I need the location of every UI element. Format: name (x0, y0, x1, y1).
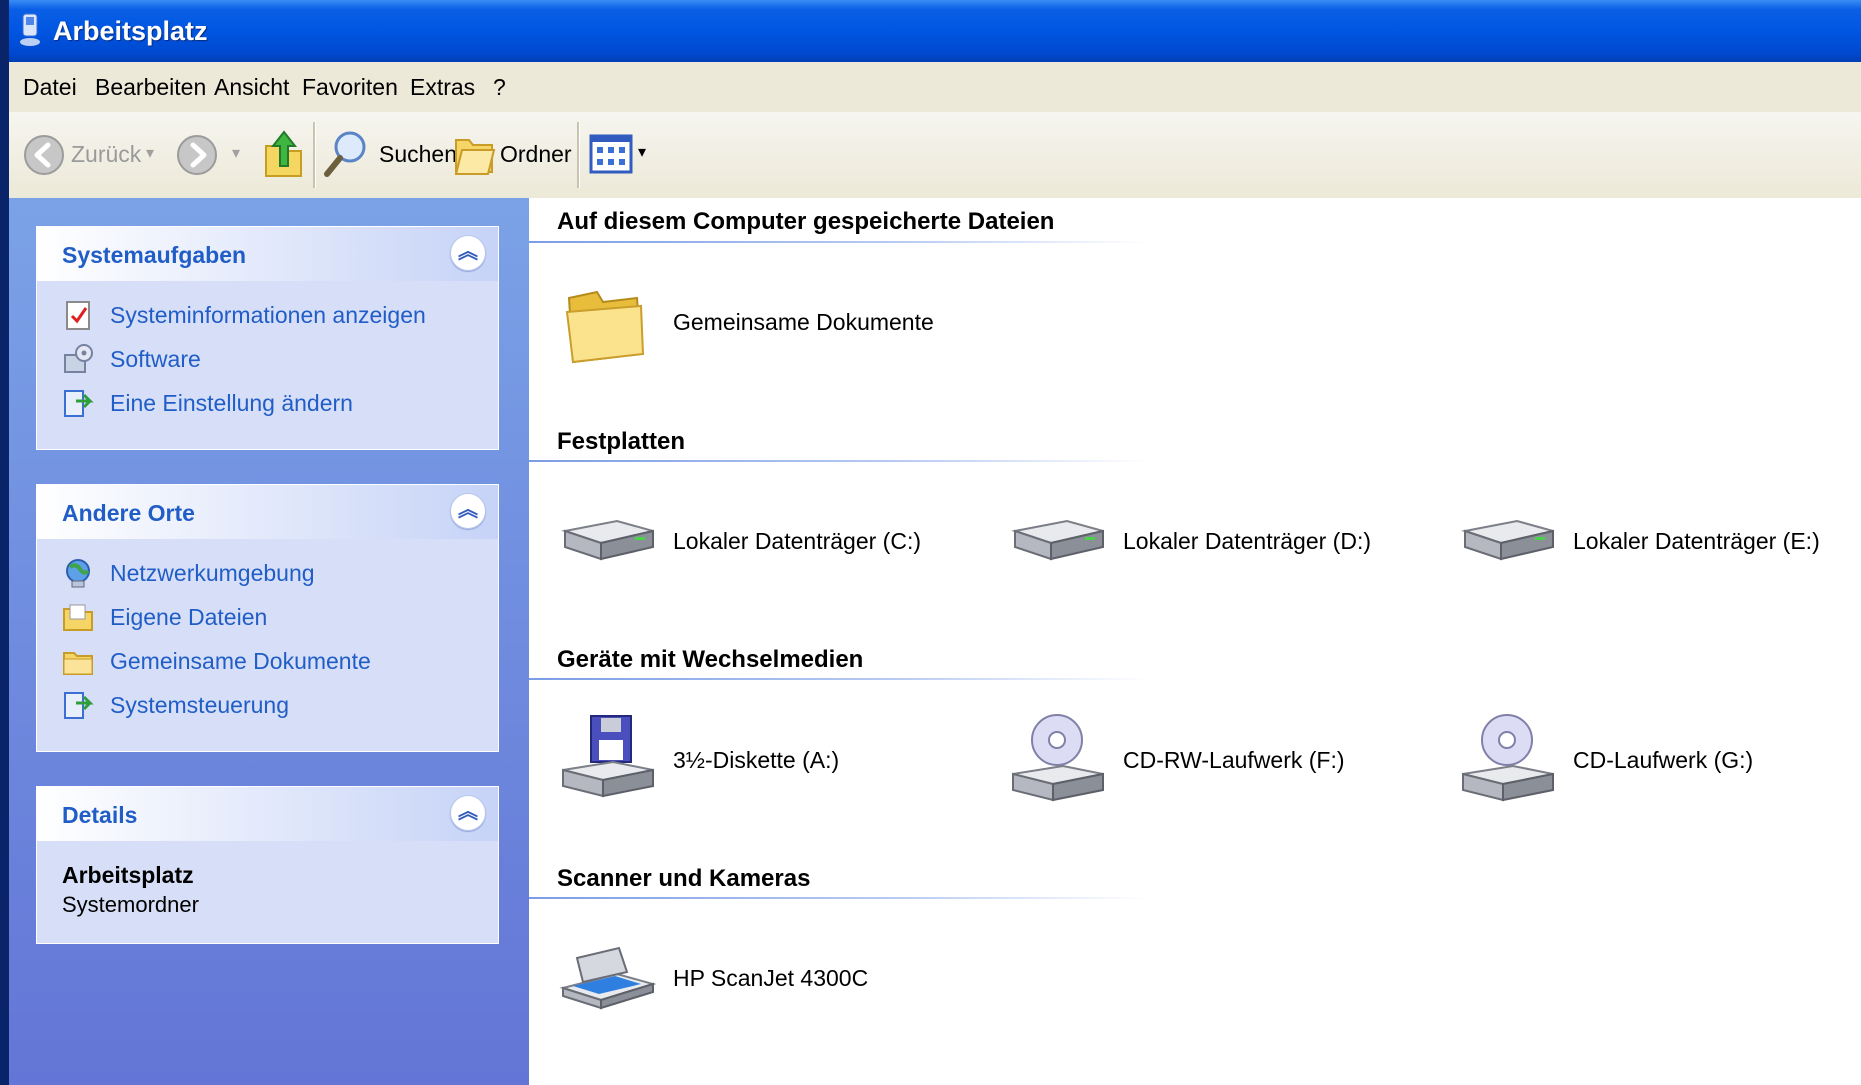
collapse-icon[interactable]: ︽ (450, 493, 486, 529)
item-label: Lokaler Datenträger (E:) (1573, 528, 1820, 554)
item-drive-d[interactable]: Lokaler Datenträger (D:) (1007, 491, 1447, 591)
details-name: Arbeitsplatz (62, 862, 194, 888)
search-label: Suchen (379, 141, 458, 167)
item-label: CD-RW-Laufwerk (F:) (1123, 747, 1345, 773)
task-label: Netzwerkumgebung (110, 560, 315, 586)
control-panel-icon (64, 692, 94, 719)
item-label: HP ScanJet 4300C (673, 965, 869, 991)
forward-arrow-icon (177, 135, 217, 175)
settings-icon (64, 390, 94, 417)
group-divider (529, 460, 1149, 462)
task-label: Eigene Dateien (110, 604, 268, 630)
software-icon (64, 344, 93, 373)
back-arrow-icon (24, 135, 64, 175)
file-view: Auf diesem Computer gespeicherte Dateien… (529, 198, 1861, 1085)
scanner-icon (559, 946, 657, 1010)
hard-drive-icon (1461, 519, 1554, 561)
my-computer-icon (20, 13, 40, 46)
item-cdrw-f[interactable]: CD-RW-Laufwerk (F:) (1007, 710, 1447, 810)
task-label: Systeminformationen anzeigen (110, 302, 426, 328)
folder-icon (63, 652, 93, 675)
views-icon (589, 134, 633, 174)
folders-button[interactable]: Ordner (454, 128, 574, 182)
group-title: Festplatten (557, 428, 686, 455)
other-places-panel: Andere Orte ︽ Netzwerkumgebung Eigene Da… (36, 484, 499, 752)
hard-drive-icon (561, 519, 654, 561)
task-label: Gemeinsame Dokumente (110, 648, 371, 674)
cd-drive-icon (1462, 714, 1554, 802)
search-button[interactable]: Suchen (323, 128, 457, 182)
menu-bearbeiten[interactable]: Bearbeiten (95, 74, 206, 101)
folders-icon (454, 139, 496, 175)
menu-help[interactable]: ? (493, 74, 506, 101)
up-folder-icon[interactable] (263, 128, 305, 180)
title-bar[interactable]: Arbeitsplatz (9, 0, 1861, 62)
other-places-title: Andere Orte (62, 500, 195, 526)
item-cd-g[interactable]: CD-Laufwerk (G:) (1457, 710, 1861, 810)
floppy-drive-icon (562, 715, 654, 798)
menu-extras[interactable]: Extras (410, 74, 475, 101)
item-drive-c[interactable]: Lokaler Datenträger (C:) (557, 491, 997, 591)
details-header[interactable]: Details ︽ (37, 787, 498, 841)
back-label: Zurück (71, 141, 142, 167)
toolbar-separator (577, 122, 580, 188)
task-label: Systemsteuerung (110, 692, 289, 718)
item-floppy-a[interactable]: 3½-Diskette (A:) (557, 710, 997, 810)
item-drive-e[interactable]: Lokaler Datenträger (E:) (1457, 491, 1861, 591)
details-type: Systemordner (62, 892, 199, 917)
item-shared-documents[interactable]: Gemeinsame Dokumente (557, 272, 997, 372)
item-label: 3½-Diskette (A:) (673, 747, 840, 773)
other-places-header[interactable]: Andere Orte ︽ (37, 485, 498, 539)
forward-dropdown-icon[interactable]: ▾ (232, 143, 240, 163)
menu-ansicht[interactable]: Ansicht (214, 74, 289, 101)
details-panel: Details ︽ Arbeitsplatz Systemordner (36, 786, 499, 944)
views-button[interactable]: ▾ (589, 128, 653, 182)
item-label: Lokaler Datenträger (D:) (1123, 528, 1371, 554)
item-scanner[interactable]: HP ScanJet 4300C (557, 928, 997, 1028)
folders-label: Ordner (500, 141, 572, 167)
collapse-icon[interactable]: ︽ (450, 795, 486, 831)
menu-datei[interactable]: Datei (23, 74, 77, 101)
my-documents-icon (63, 604, 93, 631)
task-label: Software (110, 346, 201, 372)
task-label: Eine Einstellung ändern (110, 390, 353, 416)
group-divider (529, 897, 1149, 899)
collapse-icon[interactable]: ︽ (450, 235, 486, 271)
network-icon (66, 559, 90, 588)
cd-drive-icon (1012, 714, 1104, 802)
system-info-icon (66, 301, 90, 330)
folder-icon (565, 290, 645, 364)
group-title: Scanner und Kameras (557, 865, 811, 892)
forward-button[interactable]: ▾ (176, 128, 256, 182)
hard-drive-icon (1011, 519, 1104, 561)
group-divider (529, 678, 1149, 680)
item-label: Gemeinsame Dokumente (673, 309, 934, 335)
views-dropdown-icon: ▾ (638, 144, 647, 161)
group-divider (529, 241, 1149, 243)
window-title: Arbeitsplatz (53, 16, 208, 46)
system-tasks-header[interactable]: Systemaufgaben ︽ (37, 227, 498, 281)
search-icon (324, 131, 366, 177)
back-dropdown-icon[interactable]: ▾ (146, 143, 154, 163)
system-tasks-panel: Systemaufgaben ︽ Systeminformationen anz… (36, 226, 499, 450)
task-pane: Systemaufgaben ︽ Systeminformationen anz… (9, 198, 529, 1085)
item-label: CD-Laufwerk (G:) (1573, 747, 1754, 773)
group-title: Auf diesem Computer gespeicherte Dateien (557, 208, 1055, 235)
item-label: Lokaler Datenträger (C:) (673, 528, 921, 554)
details-title: Details (62, 802, 138, 828)
explorer-window: Arbeitsplatz Datei Bearbeiten Ansicht Fa… (9, 0, 1861, 1085)
group-title: Geräte mit Wechselmedien (557, 646, 864, 673)
system-tasks-title: Systemaufgaben (62, 242, 247, 268)
back-button[interactable]: Zurück ▾ (23, 128, 163, 182)
toolbar-separator (313, 122, 316, 188)
menu-favoriten[interactable]: Favoriten (302, 74, 398, 101)
menu-bar: Datei Bearbeiten Ansicht Favoriten Extra… (9, 62, 1861, 113)
toolbar: Zurück ▾ ▾ Suchen Ordner ▾ (9, 112, 1861, 199)
